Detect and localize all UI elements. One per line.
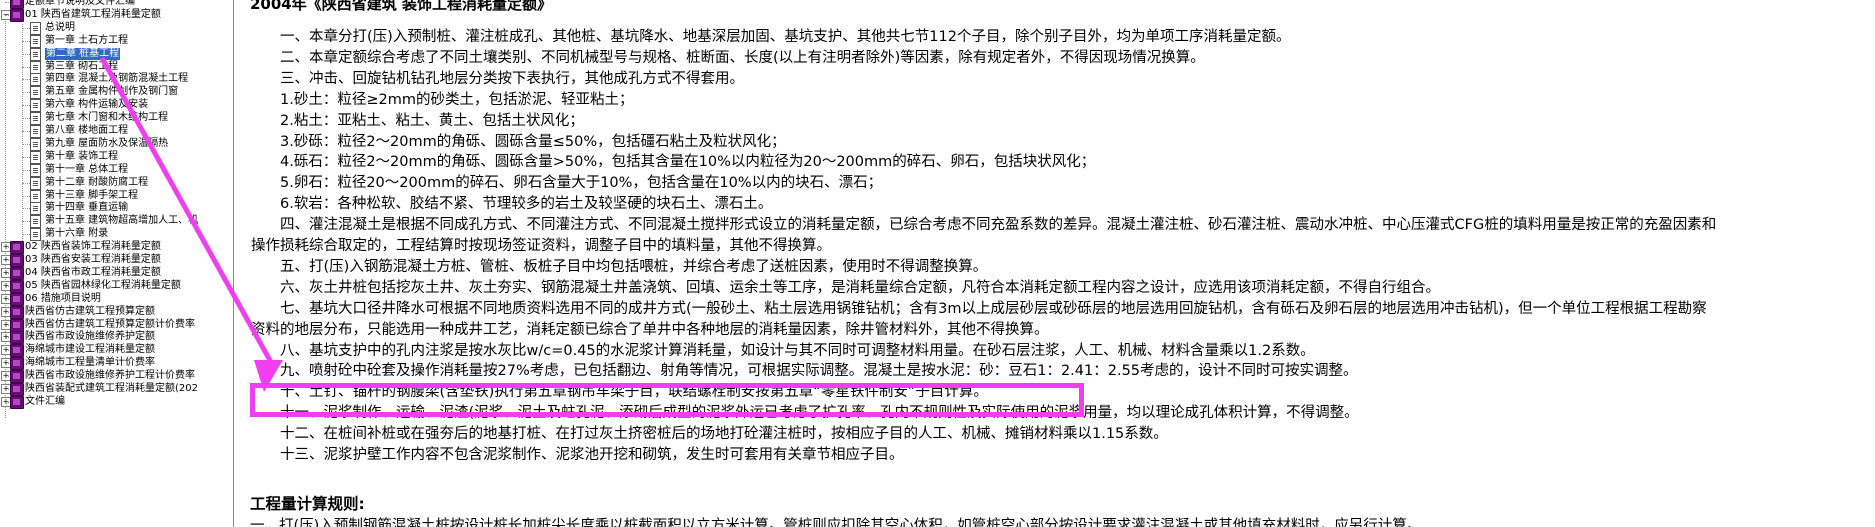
- annotation-arrow-icon: [99, 56, 283, 392]
